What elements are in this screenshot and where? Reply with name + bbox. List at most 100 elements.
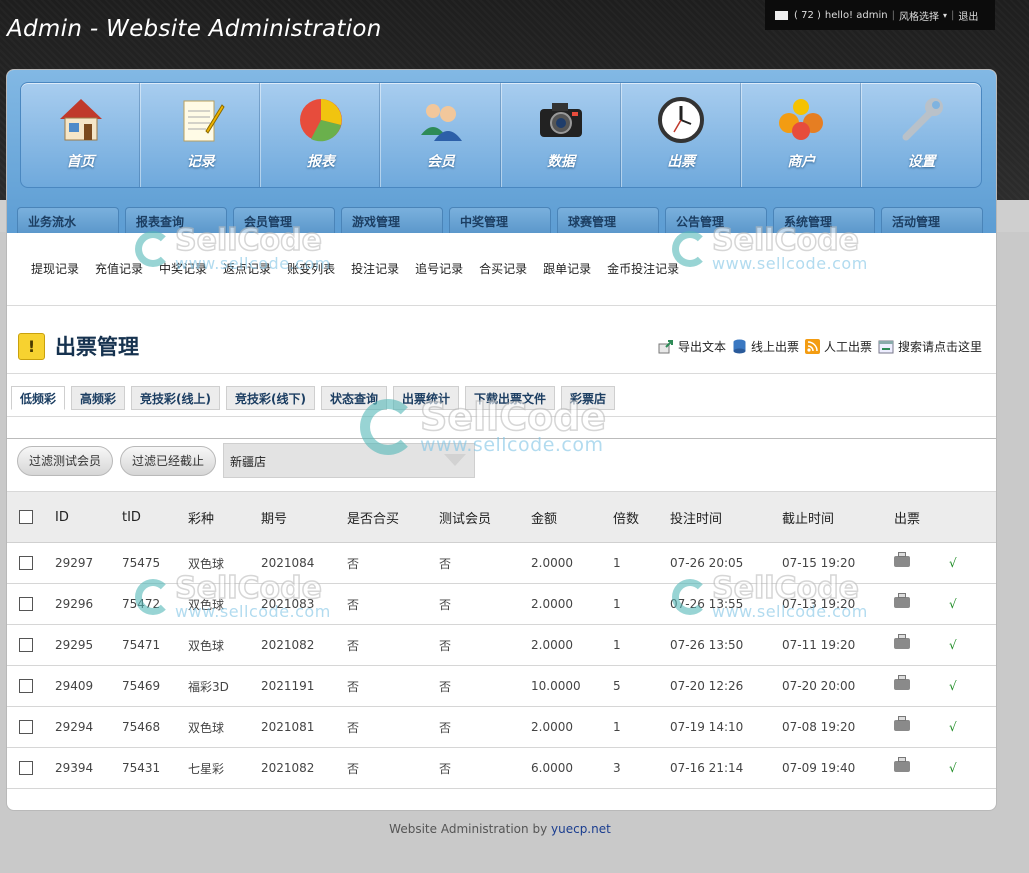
tab-report-query[interactable]: 报表查询 [125,207,227,233]
printer-icon[interactable] [894,757,910,772]
nav-item-data[interactable]: 数据 [500,83,621,187]
mail-icon[interactable] [775,10,788,20]
filter-bar: 过滤测试会员 过滤已经截止 新疆店 [17,443,476,478]
col-header-issue[interactable]: 期号 [260,491,346,543]
nav-item-members[interactable]: 会员 [380,83,500,187]
sub-link-coin-bet[interactable]: 金币投注记录 [607,260,679,277]
printer-icon[interactable] [894,634,910,649]
sub-link-prize[interactable]: 中奖记录 [159,260,207,277]
main-panel: 首页 记录 报表 会员 数据 出票 商户 设置 业务流水 报表查询 会员管理 游… [6,69,997,811]
caret-down-icon[interactable]: ▾ [943,11,947,20]
search-link[interactable]: 搜索请点击这里 [878,338,982,355]
row-checkbox[interactable] [19,720,33,735]
sub-link-follow[interactable]: 跟单记录 [543,260,591,277]
tab-business-flow[interactable]: 业务流水 [17,207,119,233]
tab-match-management[interactable]: 球赛管理 [557,207,659,233]
printer-icon[interactable] [894,593,910,608]
table-row[interactable]: 29297 75475 双色球 2021084 否否 2.0000 1 07-26 20:05… [7,542,996,584]
col-header-bet-time[interactable]: 投注时间 [669,491,781,543]
style-select[interactable]: 风格选择 [899,8,939,23]
col-header-amount[interactable]: 金额 [530,491,612,543]
manual-ticket-link[interactable]: 人工出票 [804,338,872,355]
col-header-group-buy[interactable]: 是否合买 [346,491,438,543]
tab-activity-management[interactable]: 活动管理 [881,207,983,233]
store-select[interactable]: 新疆店 [223,443,476,478]
col-header-id[interactable]: ID [54,491,121,543]
tab-game-management[interactable]: 游戏管理 [341,207,443,233]
row-checkbox[interactable] [19,556,33,571]
col-header-game[interactable]: 彩种 [187,491,260,543]
printer-icon[interactable] [894,552,910,567]
tab-ticket-stats[interactable]: 出票统计 [393,386,460,410]
table-row[interactable]: 29296 75472 双色球 2021083 否否 2.0000 1 07-26 13:55… [7,583,996,625]
table-row[interactable]: 29409 75469 福彩3D 2021191 否否 10.0000 5 07-20 12:… [7,665,996,707]
cell-amount: 6.0000 [530,747,612,789]
logout-link[interactable]: 退出 [958,8,978,23]
cell-game: 双色球 [187,706,260,748]
tab-download-ticket-file[interactable]: 下载出票文件 [465,386,556,410]
tab-low-frequency[interactable]: 低频彩 [11,386,66,410]
select-all-checkbox[interactable] [19,510,33,524]
col-header-test-member[interactable]: 测试会员 [438,491,530,543]
col-header-tid[interactable]: tID [121,491,187,543]
nav-item-reports[interactable]: 报表 [260,83,380,187]
message-count[interactable]: ( 72 ) [794,10,821,21]
ticket-mark[interactable]: √ [949,761,957,775]
cell-close-time: 07-11 19:20 [781,624,893,666]
tab-system-management[interactable]: 系统管理 [773,207,875,233]
tab-member-management[interactable]: 会员管理 [233,207,335,233]
sub-link-group-buy[interactable]: 合买记录 [479,260,527,277]
col-header-close-time[interactable]: 截止时间 [781,491,893,543]
sub-link-balance-change[interactable]: 账变列表 [287,260,335,277]
tab-status-query[interactable]: 状态查询 [321,386,388,410]
nav-item-records[interactable]: 记录 [140,83,260,187]
tab-lottery-store[interactable]: 彩票店 [561,386,616,410]
tab-high-frequency[interactable]: 高频彩 [71,386,126,410]
table-row[interactable]: 29295 75471 双色球 2021082 否否 2.0000 1 07-26 13:50… [7,624,996,666]
nav-item-settings[interactable]: 设置 [860,83,981,187]
nav-item-home[interactable]: 首页 [21,83,140,187]
dropdown-arrow-icon [444,454,467,466]
sub-link-rebate[interactable]: 返点记录 [223,260,271,277]
printer-icon[interactable] [894,716,910,731]
tab-prize-management[interactable]: 中奖管理 [449,207,551,233]
ticket-mark[interactable]: √ [949,638,957,652]
online-ticket-link[interactable]: 线上出票 [732,338,799,355]
printer-icon[interactable] [894,675,910,690]
row-checkbox[interactable] [19,679,33,694]
ticket-mark[interactable]: √ [949,720,957,734]
nav-item-merchants[interactable]: 商户 [740,83,861,187]
sub-link-withdraw[interactable]: 提现记录 [31,260,79,277]
row-checkbox[interactable] [19,638,33,653]
table-row[interactable]: 29394 75431 七星彩 2021082 否否 6.0000 3 07-16 21:14… [7,747,996,789]
tab-notice-management[interactable]: 公告管理 [665,207,767,233]
table-row[interactable]: 29294 75468 双色球 2021081 否否 2.0000 1 07-19 14:10… [7,706,996,748]
footer-link[interactable]: yuecp.net [551,822,611,836]
ticket-mark[interactable]: √ [949,679,957,693]
separator: | [891,9,895,21]
tab-sports-online[interactable]: 竞技彩(线上) [131,386,221,410]
filter-test-members-button[interactable]: 过滤测试会员 [17,445,114,476]
col-header-ticket[interactable]: 出票 [893,491,948,543]
sub-link-deposit[interactable]: 充值记录 [95,260,143,277]
col-header-multiple[interactable]: 倍数 [612,491,669,543]
tab-sports-offline[interactable]: 竞技彩(线下) [226,386,315,410]
ticket-mark[interactable]: √ [949,597,957,611]
export-text-link[interactable]: 导出文本 [658,338,726,355]
filter-closed-button[interactable]: 过滤已经截止 [120,445,217,476]
cell-bet-time: 07-26 20:05 [669,542,781,584]
sub-link-chase[interactable]: 追号记录 [415,260,463,277]
nav-item-ticketing[interactable]: 出票 [620,83,741,187]
cell-ticket [893,665,948,707]
cell-group-buy: 否 [346,665,438,707]
row-checkbox[interactable] [19,597,33,612]
nav-label-reports: 报表 [306,154,335,170]
ticket-mark[interactable]: √ [949,556,957,570]
notepad-icon [183,100,225,142]
cell-ticket [893,583,948,625]
row-checkbox[interactable] [19,761,33,776]
cell-bet-time: 07-26 13:55 [669,583,781,625]
sub-link-bet[interactable]: 投注记录 [351,260,399,277]
cell-select [7,665,54,707]
cell-test-member: 否 [438,706,530,748]
